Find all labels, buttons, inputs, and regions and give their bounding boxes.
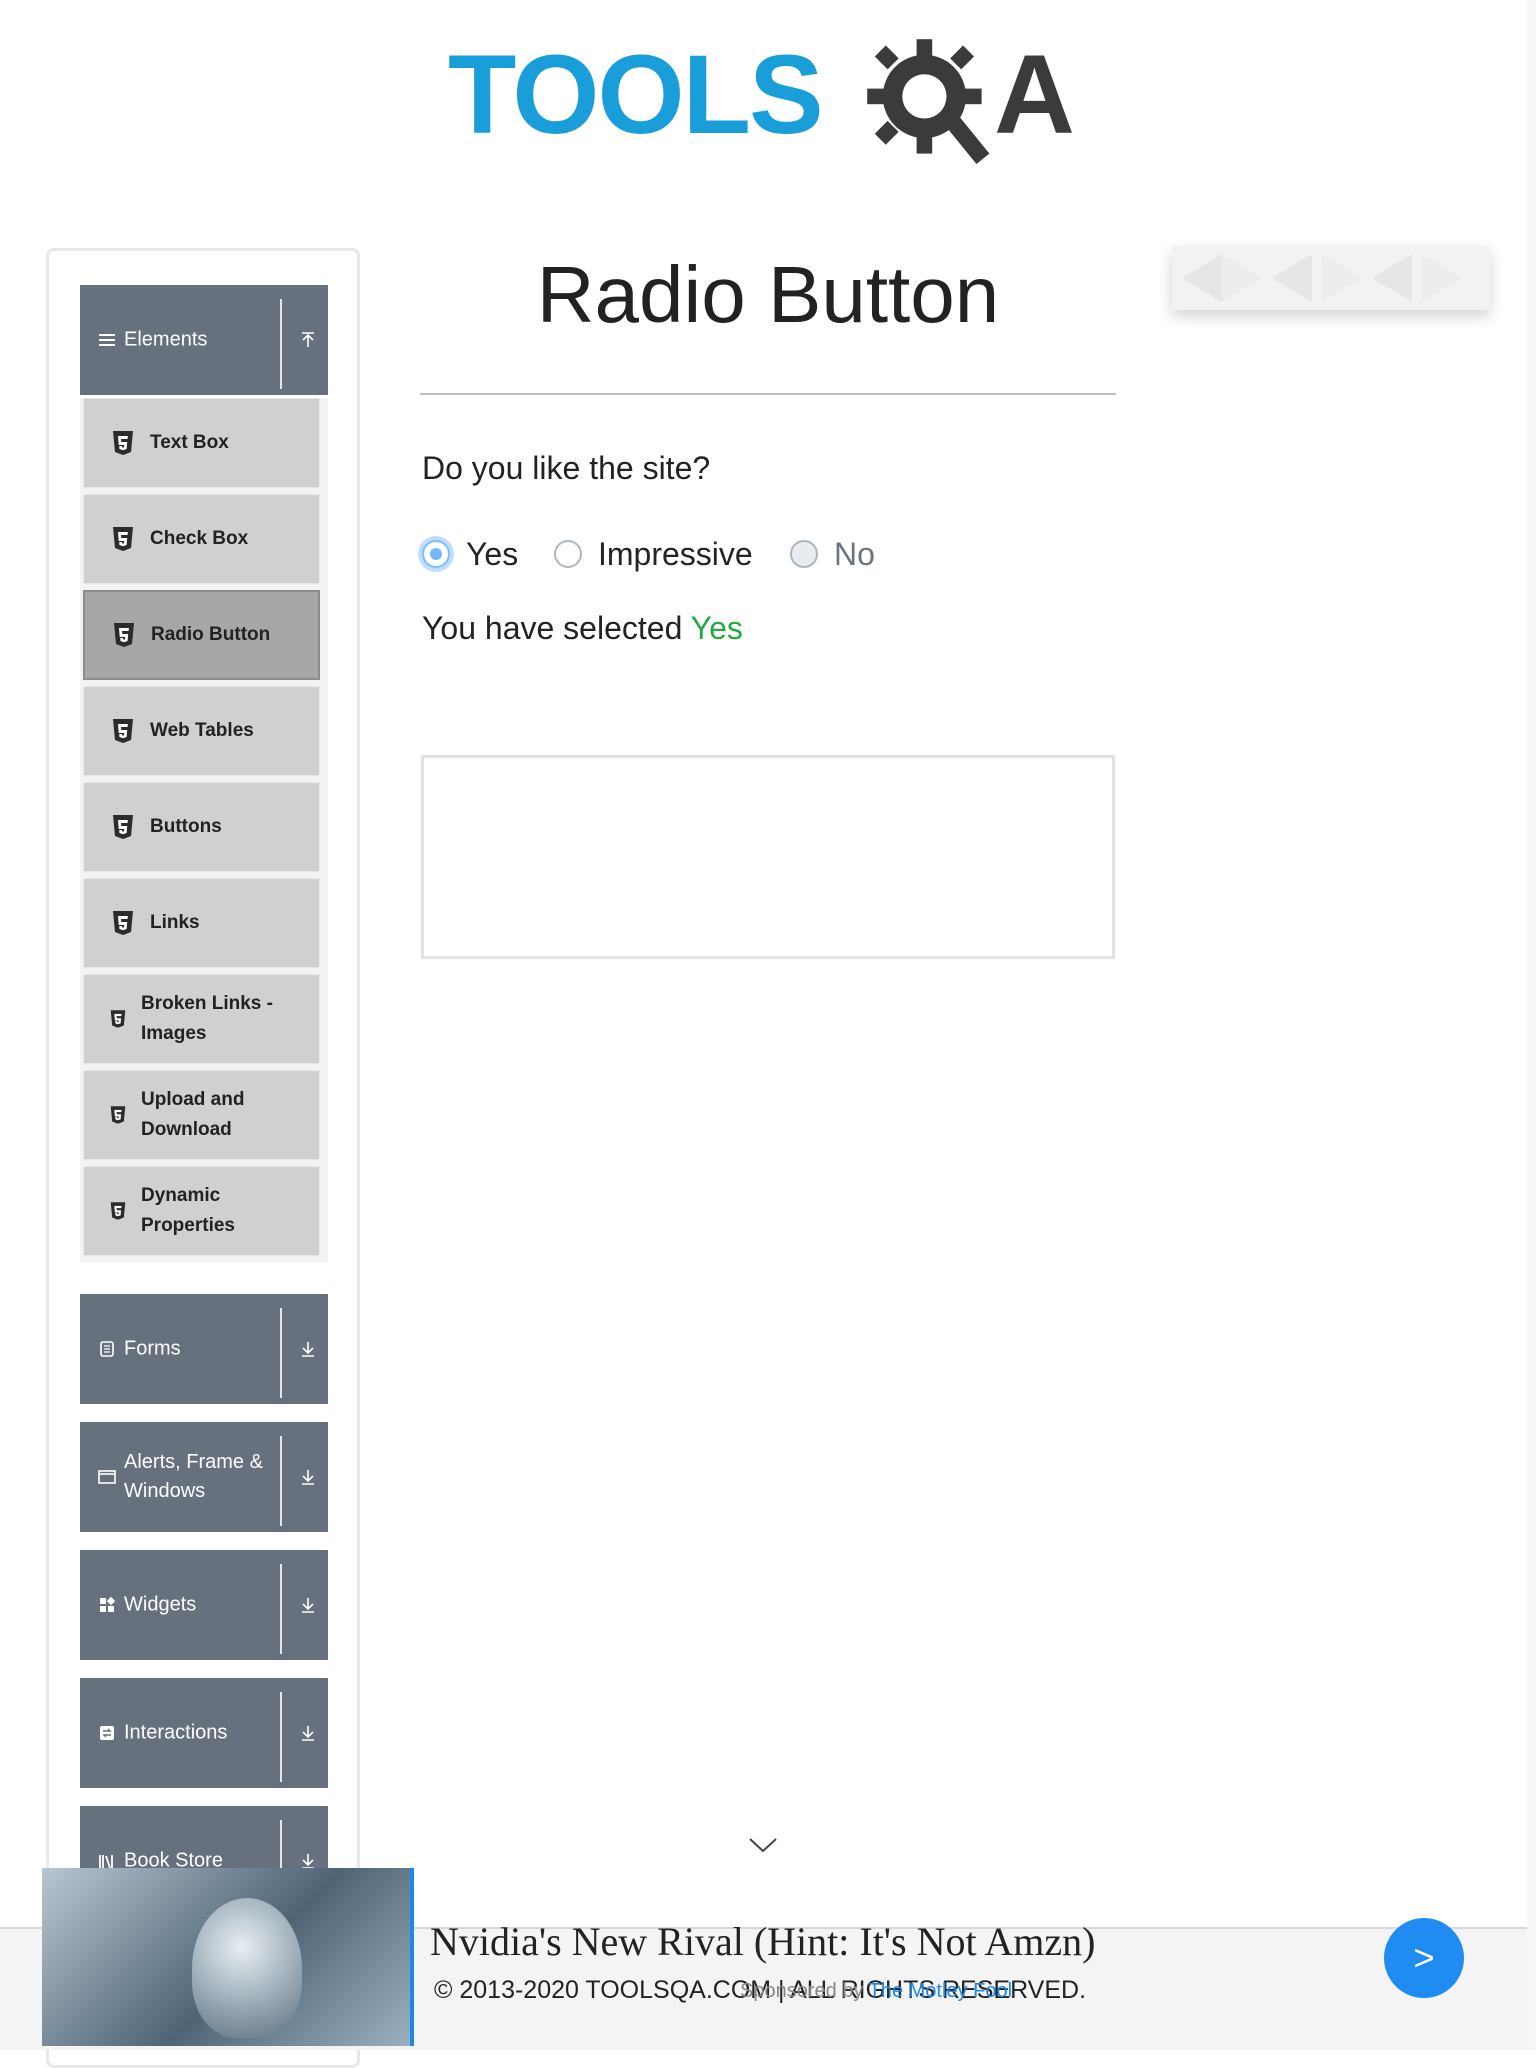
divider [280,1308,282,1398]
expand-arrow-down-icon[interactable] [288,1678,328,1788]
menu-label: Radio Button [151,624,271,645]
group-header-widgets[interactable]: Widgets [80,1550,328,1660]
radio-option-impressive[interactable]: Impressive [554,534,753,574]
divider [280,299,282,389]
html5-icon [113,815,133,839]
html5-icon [110,1010,126,1028]
result-prefix: You have selected [422,610,683,646]
radio-label-no: No [834,535,875,572]
menu-label: Check Box [150,528,249,549]
window-icon [98,1470,116,1484]
ad-sponsor-prefix: Sponsored by [740,1980,864,2002]
menu-item-links[interactable]: Links [83,878,320,968]
group-header-elements[interactable]: Elements [80,285,328,395]
ad-headline[interactable]: Nvidia's New Rival (Hint: It's Not Amzn) [430,1918,1095,1965]
chevron-down-icon[interactable] [748,1836,778,1854]
form-icon [100,1341,114,1357]
menu-item-buttons[interactable]: Buttons [83,782,320,872]
radio-question: Do you like the site? [422,450,711,486]
interactions-icon [100,1726,114,1740]
radio-label-yes[interactable]: Yes [466,536,518,573]
menu-label: Links [150,912,200,933]
divider [280,1564,282,1654]
group-label-alerts: Alerts, Frame & Windows [124,1451,263,1502]
toolsqa-logo[interactable]: TOOLS A [448,30,1096,180]
gear-magnifier-icon [867,39,990,164]
right-ad-banner[interactable] [1172,246,1490,310]
menu-item-web-tables[interactable]: Web Tables [83,686,320,776]
menu-label: Buttons [150,816,222,837]
menu-label: Upload and Download [141,1089,245,1140]
page-title: Radio Button [536,250,1000,339]
ad-face-image [192,1898,302,2038]
menu-label: Broken Links - Images [141,993,273,1044]
widgets-icon [100,1596,116,1612]
radio-no [790,540,818,568]
group-label-interactions: Interactions [124,1721,228,1744]
group-label-elements: Elements [124,328,208,351]
expand-arrow-down-icon[interactable] [288,1550,328,1660]
ad-sponsor-brand[interactable]: The Motley Fool [869,1980,1012,2002]
group-header-interactions[interactable]: Interactions [80,1678,328,1788]
menu-label: Dynamic Properties [141,1185,235,1236]
expand-arrow-down-icon[interactable] [288,1294,328,1404]
logo-tools-text: TOOLS [448,32,824,157]
divider [280,1692,282,1782]
group-header-forms[interactable]: Forms [80,1294,328,1404]
ad-pattern-icon [1182,254,1462,302]
radio-option-yes[interactable]: Yes [422,534,518,574]
html5-icon [113,431,133,455]
radio-yes[interactable] [422,540,450,568]
html5-icon [110,1202,126,1220]
ad-image[interactable] [42,1868,414,2046]
elements-menu-list: Text Box Check Box Radio Button Web Tabl… [80,398,328,1262]
menu-item-check-box[interactable]: Check Box [83,494,320,584]
html5-icon [113,911,133,935]
menu-item-text-box[interactable]: Text Box [83,398,320,488]
title-divider [420,393,1116,395]
divider [280,1436,282,1526]
radio-label-impressive[interactable]: Impressive [598,536,753,573]
ad-next-button[interactable]: > [1384,1918,1464,1998]
expand-arrow-down-icon[interactable] [288,1422,328,1532]
menu-item-upload-download[interactable]: Upload and Download [83,1070,320,1160]
ad-placeholder-box [421,755,1115,959]
scrollbar[interactable] [1527,0,1536,2048]
group-header-alerts[interactable]: Alerts, Frame & Windows [80,1422,328,1532]
ad-sponsor[interactable]: Sponsored by The Motley Fool [740,1980,1012,2003]
radio-impressive[interactable] [554,540,582,568]
html5-icon [113,527,133,551]
html5-icon [110,1106,126,1124]
menu-label: Text Box [150,432,229,453]
menu-label: Web Tables [150,720,254,741]
html5-icon [114,623,134,647]
result-value: Yes [690,610,743,646]
menu-item-dynamic-properties[interactable]: Dynamic Properties [83,1166,320,1256]
group-label-widgets: Widgets [124,1593,197,1616]
hamburger-icon [99,334,115,346]
selection-result: You have selected Yes [422,610,743,647]
menu-item-broken-links[interactable]: Broken Links - Images [83,974,320,1064]
menu-item-radio-button[interactable]: Radio Button [83,590,320,680]
html5-icon [113,719,133,743]
logo-a-text: A [994,32,1075,157]
radio-option-no: No [790,534,875,574]
collapse-arrow-up-icon[interactable] [288,285,328,395]
group-label-forms: Forms [124,1337,181,1360]
